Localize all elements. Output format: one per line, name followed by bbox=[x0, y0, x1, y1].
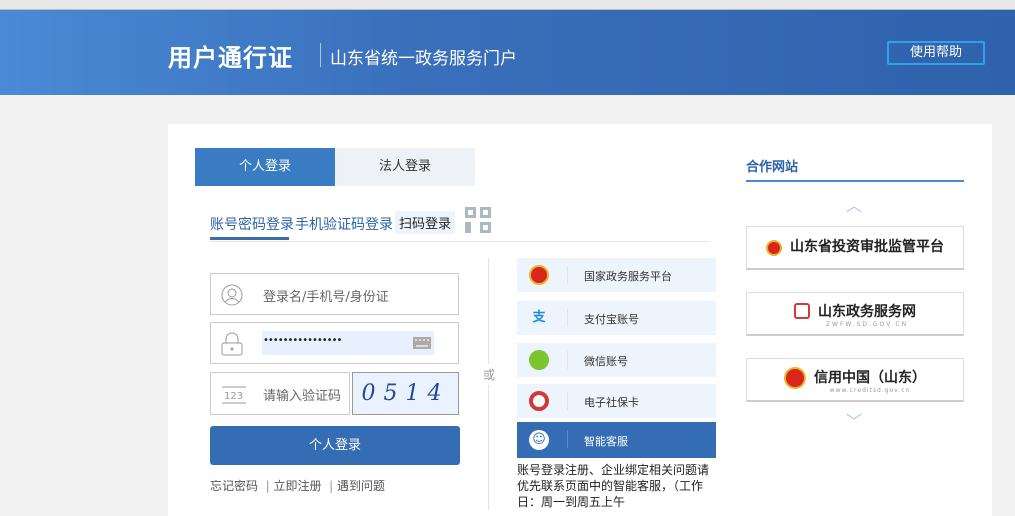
svg-text:123: 123 bbox=[224, 391, 243, 402]
social-security-card-icon bbox=[529, 391, 549, 411]
partner-name: 山东政务服务网 bbox=[818, 304, 916, 320]
partner-credit-china[interactable]: 信用中国（山东） www.creditsd.gov.cn bbox=[746, 358, 964, 402]
header: 用户通行证 山东省统一政务服务门户 使用帮助 bbox=[0, 10, 1015, 95]
partner-url: ZWFW.SD.GOV.CN bbox=[825, 321, 909, 328]
subtab-sms[interactable]: 手机验证码登录 bbox=[295, 214, 393, 234]
brand-title: 用户通行证 bbox=[168, 44, 293, 72]
label: 支付宝账号 bbox=[584, 313, 639, 326]
password-field[interactable]: •••••••••••••••• bbox=[210, 322, 459, 364]
or-label: 或 bbox=[483, 364, 496, 385]
divider bbox=[320, 43, 321, 67]
alipay-icon: 支 bbox=[532, 310, 546, 325]
partner-url: www.creditsd.gov.cn bbox=[829, 387, 911, 394]
captcha-placeholder: 请输入验证码 bbox=[263, 389, 342, 404]
subtab-password[interactable]: 账号密码登录 bbox=[210, 214, 294, 234]
national-emblem-icon bbox=[766, 239, 782, 256]
username-placeholder: 登录名/手机号/身份证 bbox=[263, 290, 389, 305]
tab-corporate-login[interactable]: 法人登录 bbox=[335, 148, 475, 186]
forgot-password-link[interactable]: 忘记密码 bbox=[210, 479, 258, 493]
help-note: 账号登录注册、企业绑定相关问题请优先联系页面中的智能客服，（工作日：周一到周五上… bbox=[517, 463, 710, 509]
partner-investment-platform[interactable]: 山东省投资审批监管平台 bbox=[746, 226, 964, 270]
tab-personal-login[interactable]: 个人登录 bbox=[195, 148, 335, 186]
partners-title: 合作网站 bbox=[746, 160, 799, 175]
login-links: 忘记密码 | 立即注册 | 遇到问题 bbox=[210, 479, 386, 493]
partner-name: 信用中国（山东） bbox=[814, 370, 926, 386]
login-social-security-card[interactable]: 电子社保卡 bbox=[517, 384, 716, 418]
label: 智能客服 bbox=[584, 435, 628, 448]
portal-subtitle: 山东省统一政务服务门户 bbox=[330, 49, 517, 69]
active-subtab-indicator bbox=[210, 237, 289, 240]
keyboard-icon[interactable] bbox=[413, 337, 431, 349]
captcha-image[interactable]: 0514 bbox=[352, 372, 459, 415]
chevron-down-icon[interactable]: ﹀ bbox=[846, 408, 862, 432]
seal-logo-icon bbox=[794, 303, 810, 319]
login-wechat[interactable]: 微信账号 bbox=[517, 343, 716, 377]
divider bbox=[210, 241, 710, 242]
user-icon bbox=[221, 284, 243, 306]
national-emblem-icon bbox=[784, 367, 806, 389]
smart-service[interactable]: ☺ 智能客服 bbox=[517, 422, 716, 458]
register-link[interactable]: 立即注册 bbox=[274, 479, 322, 493]
captcha-field[interactable]: 123 请输入验证码 bbox=[210, 372, 350, 415]
qr-code-icon[interactable] bbox=[465, 207, 493, 235]
subtab-qr[interactable]: 扫码登录 bbox=[395, 211, 456, 234]
help-button[interactable]: 使用帮助 bbox=[887, 41, 985, 65]
wechat-icon bbox=[529, 350, 549, 370]
lock-icon bbox=[221, 332, 243, 356]
label: 国家政务服务平台 bbox=[584, 270, 672, 283]
login-alipay[interactable]: 支 支付宝账号 bbox=[517, 301, 716, 335]
password-value: •••••••••••••••• bbox=[263, 335, 342, 346]
login-national-platform[interactable]: 国家政务服务平台 bbox=[517, 258, 716, 292]
divider bbox=[746, 180, 964, 182]
browser-strip bbox=[0, 0, 1015, 10]
problem-link[interactable]: 遇到问题 bbox=[337, 479, 385, 493]
partner-name: 山东省投资审批监管平台 bbox=[790, 239, 944, 255]
national-emblem-icon bbox=[529, 265, 549, 285]
chevron-up-icon[interactable]: ︿ bbox=[846, 192, 862, 216]
label: 电子社保卡 bbox=[584, 396, 639, 409]
login-submit-button[interactable]: 个人登录 bbox=[210, 426, 460, 465]
label: 微信账号 bbox=[584, 355, 628, 368]
partner-shandong-gov-service[interactable]: 山东政务服务网 ZWFW.SD.GOV.CN bbox=[746, 292, 964, 336]
smart-service-icon: ☺ bbox=[529, 430, 549, 450]
username-field[interactable]: 登录名/手机号/身份证 bbox=[210, 273, 459, 315]
captcha-icon: 123 bbox=[222, 386, 246, 404]
